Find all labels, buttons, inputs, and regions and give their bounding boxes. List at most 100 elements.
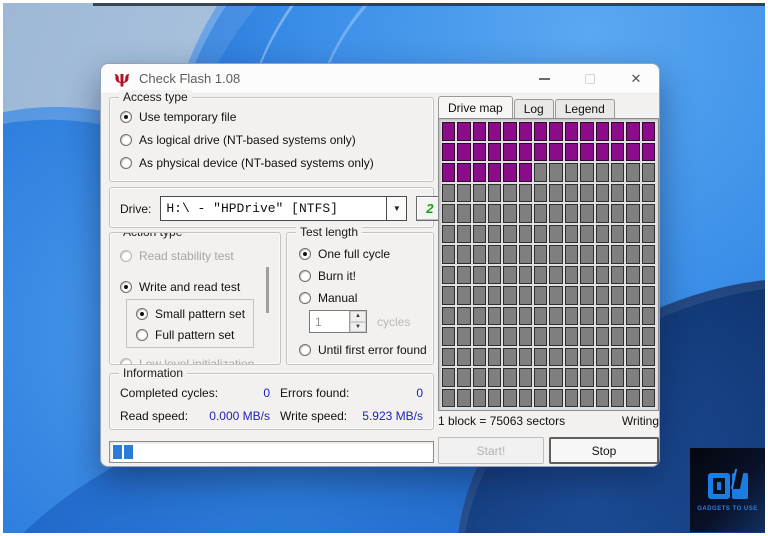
map-block-pending	[610, 327, 625, 346]
map-block-written	[488, 163, 502, 182]
map-block-pending	[564, 286, 579, 305]
map-block-pending	[442, 347, 456, 366]
metric-value: 0	[263, 386, 270, 400]
map-block-pending	[549, 388, 563, 407]
map-block-pending	[534, 347, 548, 366]
map-block-pending	[534, 224, 548, 243]
access-type-group: Access type Use temporary file As logical…	[109, 90, 434, 182]
map-block-pending	[518, 224, 533, 243]
map-block-written	[442, 122, 456, 141]
drive-map-grid	[442, 122, 655, 407]
spin-up-icon[interactable]: ▲	[350, 311, 366, 322]
map-block-pending	[518, 286, 533, 305]
map-block-pending	[580, 163, 594, 182]
metric-value: 5.923 MB/s	[362, 409, 423, 423]
map-block-pending	[472, 204, 487, 223]
map-block-written	[534, 122, 548, 141]
map-block-pending	[549, 245, 563, 264]
map-block-pending	[518, 306, 533, 325]
metric-label: Read speed:	[120, 409, 189, 423]
radio-write-and-read-test[interactable]: Write and read test	[120, 280, 240, 294]
map-block-pending	[457, 183, 471, 202]
map-block-pending	[549, 163, 563, 182]
map-block-pending	[534, 388, 548, 407]
map-block-written	[610, 142, 625, 161]
tab-log[interactable]: Log	[513, 99, 554, 118]
map-block-pending	[641, 163, 655, 182]
map-block-pending	[626, 224, 640, 243]
map-block-pending	[549, 183, 563, 202]
map-block-pending	[518, 368, 533, 387]
map-block-written	[457, 142, 471, 161]
map-block-pending	[641, 347, 655, 366]
map-block-pending	[518, 204, 533, 223]
drive-group: Drive: H:\ - "HPDrive" [NTFS] ▼ 2	[109, 187, 444, 228]
map-block-pending	[442, 204, 456, 223]
map-block-written	[610, 122, 625, 141]
information-group: Information Completed cycles: 0 Errors f…	[109, 366, 434, 430]
map-block-pending	[595, 224, 609, 243]
drive-select-value: H:\ - "HPDrive" [NTFS]	[166, 201, 338, 216]
tab-legend[interactable]: Legend	[554, 99, 615, 118]
radio-full-pattern-set[interactable]: Full pattern set	[136, 328, 234, 342]
radio-label: Low level initialization	[139, 357, 255, 365]
radio-label: As physical device (NT-based systems onl…	[139, 156, 374, 170]
tab-drive-map[interactable]: Drive map	[438, 96, 513, 118]
map-block-written	[503, 122, 517, 141]
action-scrollbar[interactable]	[266, 267, 269, 313]
radio-read-stability-test[interactable]: Read stability test	[120, 249, 234, 263]
drive-select[interactable]: H:\ - "HPDrive" [NTFS] ▼	[160, 196, 408, 221]
map-block-written	[488, 122, 502, 141]
map-block-pending	[595, 204, 609, 223]
map-block-pending	[472, 347, 487, 366]
map-block-pending	[503, 388, 517, 407]
map-block-pending	[641, 183, 655, 202]
map-block-pending	[626, 286, 640, 305]
minimize-button[interactable]	[521, 64, 567, 93]
radio-small-pattern-set[interactable]: Small pattern set	[136, 307, 245, 321]
map-block-pending	[534, 245, 548, 264]
cycles-value[interactable]: 1	[310, 311, 349, 332]
map-block-written	[626, 122, 640, 141]
map-block-written	[457, 163, 471, 182]
map-block-pending	[626, 163, 640, 182]
map-block-written	[580, 122, 594, 141]
radio-as-logical-drive-nt-based-systems-only[interactable]: As logical drive (NT-based systems only)	[120, 133, 427, 147]
map-block-pending	[549, 224, 563, 243]
radio-as-physical-device-nt-based-systems-only[interactable]: As physical device (NT-based systems onl…	[120, 156, 427, 170]
map-block-pending	[580, 306, 594, 325]
radio-label: As logical drive (NT-based systems only)	[139, 133, 356, 147]
map-block-pending	[641, 245, 655, 264]
map-block-pending	[518, 347, 533, 366]
map-block-pending	[442, 245, 456, 264]
map-block-pending	[472, 245, 487, 264]
map-block-pending	[626, 306, 640, 325]
radio-until-first-error-found[interactable]: Until first error found	[299, 343, 427, 357]
spin-down-icon[interactable]: ▼	[350, 321, 366, 332]
chevron-down-icon[interactable]: ▼	[386, 197, 407, 220]
map-block-pending	[564, 368, 579, 387]
map-block-written	[549, 142, 563, 161]
start-button[interactable]: Start!	[438, 437, 544, 464]
map-block-pending	[595, 183, 609, 202]
map-block-written	[472, 122, 487, 141]
map-block-pending	[549, 265, 563, 284]
map-block-pending	[503, 265, 517, 284]
close-button[interactable]: ✕	[613, 64, 659, 93]
map-block-pending	[564, 265, 579, 284]
cycles-stepper[interactable]: 1 ▲ ▼	[309, 310, 367, 333]
maximize-button[interactable]	[567, 64, 613, 93]
map-block-pending	[564, 163, 579, 182]
radio-one-full-cycle[interactable]: One full cycle	[299, 247, 390, 261]
radio-use-temporary-file[interactable]: Use temporary file	[120, 110, 427, 124]
map-block-pending	[503, 245, 517, 264]
radio-manual[interactable]: Manual	[299, 291, 357, 305]
stop-button[interactable]: Stop	[549, 437, 659, 464]
radio-low-level-initialization[interactable]: Low level initialization	[120, 357, 270, 365]
map-block-pending	[488, 327, 502, 346]
map-block-pending	[503, 306, 517, 325]
map-block-pending	[457, 224, 471, 243]
radio-burn-it[interactable]: Burn it!	[299, 269, 356, 283]
map-block-pending	[549, 368, 563, 387]
map-block-pending	[580, 368, 594, 387]
